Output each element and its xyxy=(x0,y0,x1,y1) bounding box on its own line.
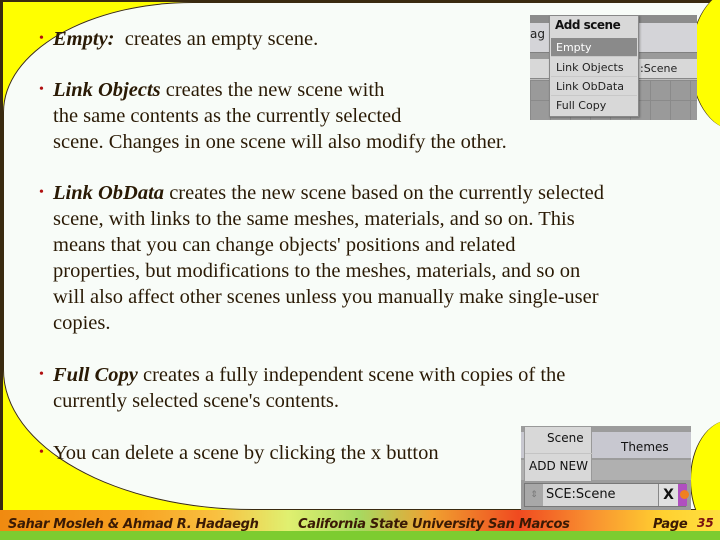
footer-university: California State University San Marcos xyxy=(298,517,570,532)
bullet-empty: • Empty: creates an empty scene. xyxy=(39,26,533,52)
scene-popup: Scene ADD NEW xyxy=(524,426,593,482)
scene-panel-screenshot: Themes Scene ADD NEW ⇕ SCE:Scene X xyxy=(521,426,691,512)
tab-themes[interactable]: Themes xyxy=(621,440,669,454)
bullet-link-objects: • Link Objects creates the new scene wit… xyxy=(39,77,613,155)
bullet-term: Link Objects xyxy=(53,79,161,101)
partial-label: ag xyxy=(530,27,545,41)
bullet-dot-icon: • xyxy=(39,82,44,97)
bullet-full-copy: • Full Copy creates a fully independent … xyxy=(39,362,713,414)
spinner-icon[interactable]: ⇕ xyxy=(525,484,543,506)
scene-name-field[interactable]: SCE:Scene xyxy=(546,487,616,502)
bullet-line: creates the new scene with xyxy=(160,79,385,101)
bullet-text: creates an empty scene. xyxy=(114,28,319,50)
slide: • Empty: creates an empty scene. • Link … xyxy=(0,0,720,540)
scene-label: :Scene xyxy=(640,62,678,75)
bullet-line: scene, with links to the same meshes, ma… xyxy=(53,208,575,230)
delete-scene-button[interactable]: X xyxy=(658,484,678,506)
bullet-dot-icon: • xyxy=(39,31,44,46)
footer-green-strip xyxy=(0,531,720,540)
menu-title: Add scene xyxy=(555,18,621,32)
bullet-term: Full Copy xyxy=(53,364,138,386)
menu-item-full-copy[interactable]: Full Copy xyxy=(551,96,637,115)
footer-authors: Sahar Mosleh & Ahmad R. Hadaegh xyxy=(8,517,259,532)
footer-page-number: 35 xyxy=(697,516,714,530)
add-new-item[interactable]: ADD NEW xyxy=(529,459,588,473)
footer-page-label: Page xyxy=(653,517,688,532)
bullet-line: copies. xyxy=(53,312,111,334)
bullet-term: Link ObData xyxy=(53,182,165,204)
bullet-line: currently selected scene's contents. xyxy=(53,390,340,412)
menu-item-empty[interactable]: Empty xyxy=(551,38,637,57)
bullet-line: the same contents as the currently selec… xyxy=(53,105,402,127)
popup-title: Scene xyxy=(547,431,584,445)
add-scene-menu: Add scene Empty Link Objects Link ObData… xyxy=(549,15,639,117)
bullet-dot-icon: • xyxy=(39,445,44,460)
bullet-line: properties, but modifications to the mes… xyxy=(53,260,581,282)
bullet-dot-icon: • xyxy=(39,367,44,382)
menu-item-link-obdata[interactable]: Link ObData xyxy=(551,77,637,96)
bullet-line: creates a fully independent scene with c… xyxy=(137,364,566,386)
bullet-line: scene. Changes in one scene will also mo… xyxy=(53,131,507,153)
popup-separator xyxy=(525,453,593,454)
menu-item-link-objects[interactable]: Link Objects xyxy=(551,58,637,77)
bullet-line: creates the new scene based on the curre… xyxy=(164,182,605,204)
bullet-text: You can delete a scene by clicking the x… xyxy=(53,442,439,464)
bullet-line: will also affect other scenes unless you… xyxy=(53,286,599,308)
bullet-delete-scene: • You can delete a scene by clicking the… xyxy=(39,440,533,466)
bullet-dot-icon: • xyxy=(39,185,44,200)
scene-selector: ⇕ SCE:Scene X xyxy=(524,483,689,507)
bullet-line: means that you can change objects' posit… xyxy=(53,234,516,256)
add-scene-menu-screenshot: ag :Scene Add scene Empty Link Objects L… xyxy=(530,15,697,120)
bullet-link-obdata: • Link ObData creates the new scene base… xyxy=(39,180,713,336)
blender-icon xyxy=(678,484,689,506)
bullet-term: Empty: xyxy=(53,28,115,50)
